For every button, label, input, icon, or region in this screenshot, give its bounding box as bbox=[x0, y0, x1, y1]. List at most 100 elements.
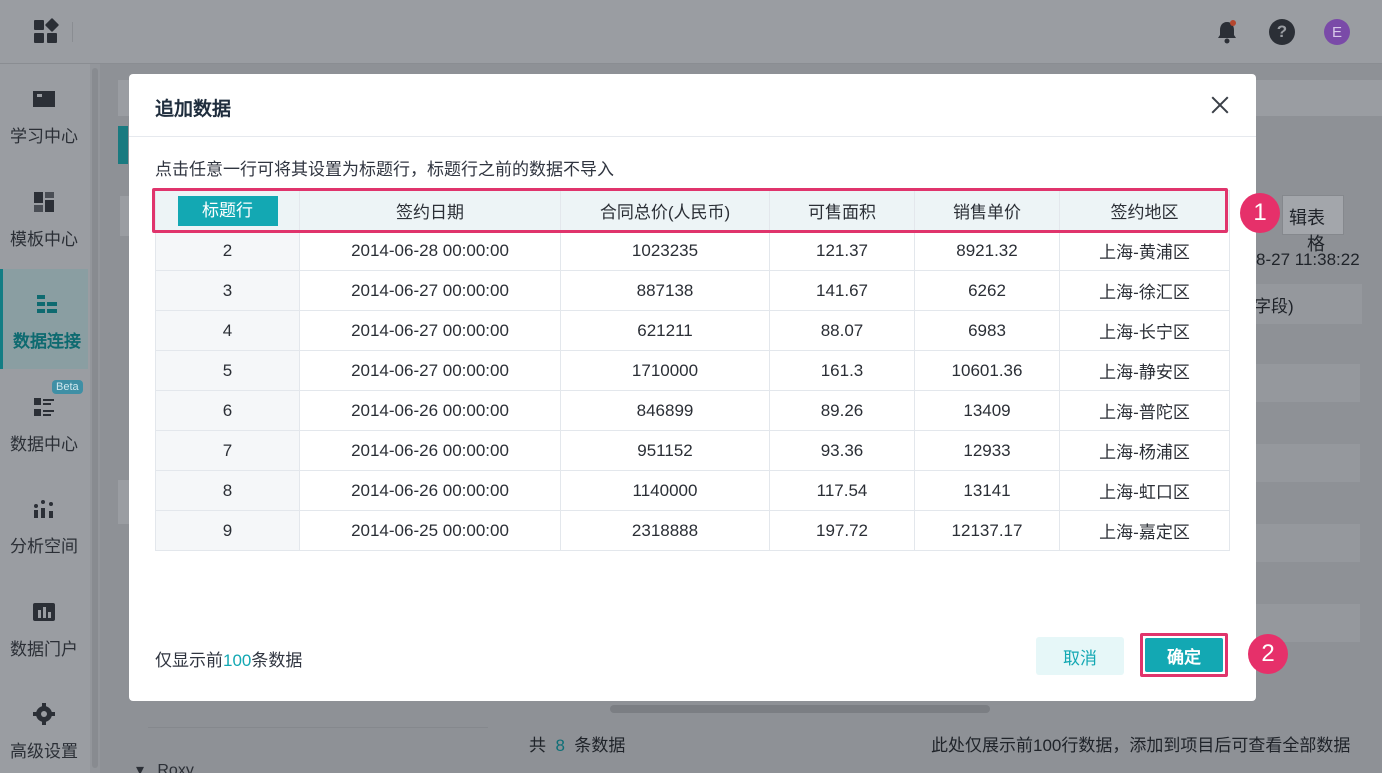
table-cell: 13141 bbox=[914, 470, 1060, 511]
dialog-title: 追加数据 bbox=[155, 99, 232, 120]
table-cell: 2014-06-27 00:00:00 bbox=[299, 310, 561, 351]
table-cell: 621211 bbox=[560, 310, 770, 351]
sidebar-item-templates[interactable]: 模板中心 bbox=[0, 167, 88, 267]
table-cell: 2014-06-26 00:00:00 bbox=[299, 470, 561, 511]
background-tree-item: ▾ Roxy bbox=[136, 762, 194, 773]
column-header: 签约地区 bbox=[1059, 190, 1230, 231]
table-cell: 上海-杨浦区 bbox=[1059, 430, 1230, 471]
sidebar-scrollbar[interactable] bbox=[90, 64, 100, 773]
table-cell: 13409 bbox=[914, 390, 1060, 431]
table-cell: 2014-06-27 00:00:00 bbox=[299, 270, 561, 311]
table-row[interactable]: 7 2014-06-26 00:00:00 951152 93.36 12933 上海-杨… bbox=[155, 430, 1230, 471]
sidebar-item-data-center[interactable]: Beta 数据中心 bbox=[0, 372, 88, 472]
divider bbox=[72, 22, 73, 42]
append-data-dialog: 追加数据 点击任意一行可将其设置为标题行，标题行之前的数据不导入 标题行 签约日… bbox=[129, 74, 1256, 701]
template-icon bbox=[34, 192, 54, 212]
header-row-cell: 标题行 bbox=[155, 190, 300, 231]
avatar[interactable]: E bbox=[1324, 19, 1350, 45]
table-row[interactable]: 8 2014-06-26 00:00:00 1140000 117.54 13141 上海… bbox=[155, 470, 1230, 511]
table-cell: 1710000 bbox=[560, 350, 770, 391]
step-badge-1: 1 bbox=[1240, 193, 1280, 233]
table-cell: 12933 bbox=[914, 430, 1060, 471]
beta-badge: Beta bbox=[52, 380, 83, 394]
row-number: 8 bbox=[155, 470, 300, 511]
data-connection-icon bbox=[37, 295, 57, 313]
table-row[interactable]: 6 2014-06-26 00:00:00 846899 89.26 13409 上海-普… bbox=[155, 390, 1230, 431]
background-total-count: 共 8 条数据 bbox=[529, 736, 626, 755]
table-row[interactable]: 5 2014-06-27 00:00:00 1710000 161.3 10601.36… bbox=[155, 350, 1230, 391]
confirm-button[interactable]: 确定 bbox=[1145, 638, 1223, 672]
analysis-icon bbox=[34, 500, 53, 518]
table-cell: 上海-嘉定区 bbox=[1059, 510, 1230, 551]
notification-dot bbox=[1230, 20, 1236, 26]
table-row[interactable]: 3 2014-06-27 00:00:00 887138 141.67 6262 上海-徐… bbox=[155, 270, 1230, 311]
sidebar-item-analysis[interactable]: 分析空间 bbox=[0, 474, 88, 574]
sidebar-item-label: 分析空间 bbox=[10, 537, 78, 556]
table-cell: 2014-06-26 00:00:00 bbox=[299, 390, 561, 431]
column-header: 销售单价 bbox=[914, 190, 1060, 231]
table-cell: 117.54 bbox=[769, 470, 915, 511]
row-number: 2 bbox=[155, 230, 300, 271]
table-cell: 6983 bbox=[914, 310, 1060, 351]
table-cell: 上海-徐汇区 bbox=[1059, 270, 1230, 311]
sidebar-item-label: 数据中心 bbox=[10, 435, 78, 454]
top-bar: ? E bbox=[0, 0, 1382, 64]
sidebar-item-settings[interactable]: 高级设置 bbox=[0, 679, 88, 773]
table-row[interactable]: 9 2014-06-25 00:00:00 2318888 197.72 12137.1… bbox=[155, 510, 1230, 551]
divider bbox=[148, 727, 488, 728]
edit-table-button: 辑表格 bbox=[1282, 195, 1344, 254]
table-cell: 88.07 bbox=[769, 310, 915, 351]
table-row[interactable]: 4 2014-06-27 00:00:00 621211 88.07 6983 上海-长宁… bbox=[155, 310, 1230, 351]
table-cell: 2014-06-26 00:00:00 bbox=[299, 430, 561, 471]
row-number: 6 bbox=[155, 390, 300, 431]
portal-icon bbox=[33, 603, 55, 621]
sidebar-item-label: 模板中心 bbox=[10, 230, 78, 249]
table-cell: 2014-06-27 00:00:00 bbox=[299, 350, 561, 391]
background-h-scrollbar bbox=[610, 705, 990, 713]
data-center-icon bbox=[34, 398, 54, 416]
column-header: 可售面积 bbox=[769, 190, 915, 231]
table-cell: 2318888 bbox=[560, 510, 770, 551]
row-number: 7 bbox=[155, 430, 300, 471]
table-cell: 1023235 bbox=[560, 230, 770, 271]
book-icon bbox=[33, 91, 55, 107]
background-timestamp: 8-27 11:38:22 bbox=[1256, 250, 1360, 269]
header-row-badge: 标题行 bbox=[177, 195, 278, 226]
gear-icon bbox=[33, 703, 55, 725]
sidebar-item-label: 学习中心 bbox=[10, 127, 78, 146]
row-number: 9 bbox=[155, 510, 300, 551]
bell-icon[interactable] bbox=[1214, 19, 1240, 45]
table-cell: 8921.32 bbox=[914, 230, 1060, 271]
close-icon[interactable] bbox=[1209, 94, 1231, 116]
table-cell: 887138 bbox=[560, 270, 770, 311]
app-grid-icon[interactable] bbox=[34, 17, 60, 44]
sidebar-item-data-connection[interactable]: 数据连接 bbox=[0, 269, 88, 369]
help-icon[interactable]: ? bbox=[1269, 19, 1295, 45]
table-cell: 2014-06-25 00:00:00 bbox=[299, 510, 561, 551]
background-field-header: 字段) bbox=[1254, 297, 1294, 316]
background-footer-note: 此处仅展示前100行数据，添加到项目后可查看全部数据 bbox=[931, 736, 1351, 755]
table-cell: 121.37 bbox=[769, 230, 915, 271]
dialog-header: 追加数据 bbox=[129, 74, 1256, 137]
row-number: 3 bbox=[155, 270, 300, 311]
sidebar: 学习中心 模板中心 数据连接 Beta 数据中心 分析空间 数据门户 高级设置 bbox=[0, 64, 90, 773]
table-header-row[interactable]: 标题行 签约日期 合同总价(人民币) 可售面积 销售单价 签约地区 bbox=[155, 190, 1230, 231]
table-cell: 10601.36 bbox=[914, 350, 1060, 391]
column-header: 合同总价(人民币) bbox=[560, 190, 770, 231]
table-cell: 6262 bbox=[914, 270, 1060, 311]
table-cell: 上海-普陀区 bbox=[1059, 390, 1230, 431]
sidebar-item-portal[interactable]: 数据门户 bbox=[0, 577, 88, 677]
preview-table: 标题行 签约日期 合同总价(人民币) 可售面积 销售单价 签约地区 2 2014-… bbox=[155, 190, 1230, 551]
step-badge-2: 2 bbox=[1248, 634, 1288, 674]
table-cell: 93.36 bbox=[769, 430, 915, 471]
dialog-hint: 点击任意一行可将其设置为标题行，标题行之前的数据不导入 bbox=[155, 160, 614, 179]
row-number: 5 bbox=[155, 350, 300, 391]
table-cell: 89.26 bbox=[769, 390, 915, 431]
table-cell: 1140000 bbox=[560, 470, 770, 511]
cancel-button[interactable]: 取消 bbox=[1036, 637, 1124, 675]
table-row[interactable]: 2 2014-06-28 00:00:00 1023235 121.37 8921.32… bbox=[155, 230, 1230, 271]
table-cell: 上海-黄浦区 bbox=[1059, 230, 1230, 271]
confirm-button-highlight: 确定 bbox=[1140, 633, 1228, 677]
sidebar-item-label: 数据连接 bbox=[13, 332, 81, 351]
sidebar-item-learning[interactable]: 学习中心 bbox=[0, 64, 88, 164]
